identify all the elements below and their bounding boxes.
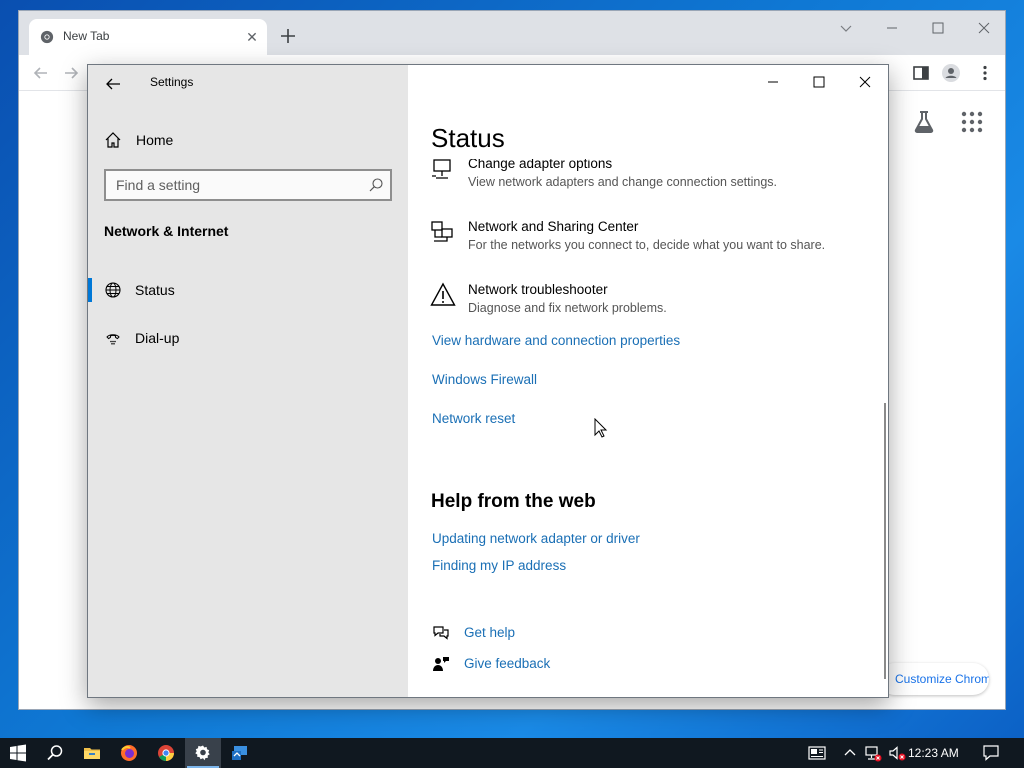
new-tab-icon[interactable] <box>277 25 299 47</box>
settings-content: Change adapter options View network adap… <box>408 65 888 697</box>
side-panel-icon[interactable] <box>911 63 931 83</box>
home-icon <box>105 132 121 148</box>
close-tab-icon[interactable]: ✕ <box>243 28 261 46</box>
change-adapter-options-desc: View network adapters and change connect… <box>468 175 777 189</box>
labs-flask-icon[interactable] <box>911 109 937 135</box>
notification-center-icon[interactable] <box>982 744 1000 762</box>
network-troubleshooter-desc: Diagnose and fix network problems. <box>468 301 667 315</box>
sidebar-item-dial-up[interactable]: Dial-up <box>88 320 408 356</box>
give-feedback-icon <box>433 657 449 671</box>
taskbar-file-explorer[interactable] <box>74 738 110 768</box>
mouse-cursor-icon <box>594 418 608 438</box>
page-title: Status <box>431 123 505 153</box>
finding-ip-address-link[interactable]: Finding my IP address <box>432 558 566 573</box>
remote-desktop-icon <box>232 746 247 760</box>
settings-window-title: Settings <box>150 75 194 89</box>
tab-search-icon[interactable] <box>835 17 857 39</box>
gear-icon <box>195 745 210 761</box>
forward-arrow-icon[interactable] <box>61 63 81 83</box>
globe-network-icon <box>105 282 121 298</box>
taskbar-search-button[interactable] <box>37 738 73 768</box>
apps-grid-icon[interactable] <box>959 109 985 135</box>
settings-window: Settings Home Network & Internet Status <box>87 64 889 698</box>
give-feedback-link[interactable]: Give feedback <box>432 654 692 676</box>
maximize-icon[interactable] <box>802 69 836 95</box>
taskbar-chrome[interactable] <box>148 738 184 768</box>
windows-firewall-link[interactable]: Windows Firewall <box>432 372 537 387</box>
news-widget-icon[interactable] <box>808 744 826 762</box>
chevron-up-icon[interactable] <box>841 744 859 762</box>
close-icon[interactable] <box>973 17 995 39</box>
warning-icon <box>430 282 456 306</box>
view-hardware-properties-link[interactable]: View hardware and connection properties <box>432 333 680 348</box>
chrome-favicon-icon <box>40 30 54 44</box>
back-arrow-icon[interactable] <box>102 73 124 95</box>
taskbar-remote-desktop[interactable] <box>222 738 258 768</box>
minimize-icon[interactable] <box>756 69 790 95</box>
sidebar-item-status[interactable]: Status <box>88 272 408 308</box>
start-button[interactable] <box>0 738 36 768</box>
find-setting-search <box>104 169 392 201</box>
network-troubleshooter-row[interactable]: Network troubleshooter Diagnose and fix … <box>430 282 870 328</box>
volume-muted-icon[interactable] <box>888 744 906 762</box>
network-reset-link[interactable]: Network reset <box>432 411 515 426</box>
maximize-icon[interactable] <box>927 17 949 39</box>
minimize-icon[interactable] <box>881 17 903 39</box>
chrome-tabstrip: New Tab ✕ <box>19 11 1005 55</box>
network-sharing-center-row[interactable]: Network and Sharing Center For the netwo… <box>430 219 870 265</box>
close-icon[interactable] <box>848 69 882 95</box>
settings-sidebar: Settings Home Network & Internet Status <box>88 65 408 697</box>
customize-chrome-button[interactable]: Customize Chrome <box>879 663 989 695</box>
profile-avatar-icon[interactable] <box>941 63 961 83</box>
adapter-icon <box>432 159 451 179</box>
change-adapter-options-row[interactable]: Change adapter options View network adap… <box>430 156 870 202</box>
sidebar-item-home-label: Home <box>136 132 174 148</box>
network-troubleshooter-title: Network troubleshooter <box>468 282 608 297</box>
sidebar-section-title: Network & Internet <box>104 223 229 239</box>
chrome-tab-title: New Tab <box>63 29 110 43</box>
get-help-icon <box>433 626 449 640</box>
network-sharing-center-desc: For the networks you connect to, decide … <box>468 238 826 252</box>
sidebar-item-status-label: Status <box>135 282 175 298</box>
chrome-icon <box>158 745 174 761</box>
windows-logo-icon <box>10 744 26 762</box>
search-input[interactable] <box>106 171 356 199</box>
sidebar-item-home[interactable]: Home <box>104 127 394 155</box>
search-icon[interactable] <box>368 177 384 193</box>
selected-indicator <box>88 278 92 302</box>
file-explorer-icon <box>84 748 100 759</box>
firefox-icon <box>121 745 137 761</box>
taskbar: 12:23 AM <box>0 738 1024 768</box>
updating-network-adapter-link[interactable]: Updating network adapter or driver <box>432 531 640 546</box>
content-scrollbar[interactable] <box>884 403 886 679</box>
sharing-center-icon <box>431 221 453 242</box>
dial-up-icon <box>106 334 120 345</box>
get-help-label: Get help <box>464 625 516 640</box>
network-disconnected-icon[interactable] <box>864 744 882 762</box>
taskbar-clock[interactable]: 12:23 AM <box>908 746 959 760</box>
network-sharing-center-title: Network and Sharing Center <box>468 219 639 234</box>
chrome-tab-new-tab[interactable]: New Tab ✕ <box>29 19 267 55</box>
search-icon <box>47 745 63 761</box>
chrome-menu-icon[interactable] <box>975 63 995 83</box>
give-feedback-label: Give feedback <box>464 656 551 671</box>
taskbar-firefox[interactable] <box>111 738 147 768</box>
get-help-link[interactable]: Get help <box>432 623 692 645</box>
sidebar-item-dial-up-label: Dial-up <box>135 330 180 346</box>
back-arrow-icon[interactable] <box>31 63 51 83</box>
help-from-web-heading: Help from the web <box>431 491 596 512</box>
taskbar-settings[interactable] <box>185 738 221 768</box>
